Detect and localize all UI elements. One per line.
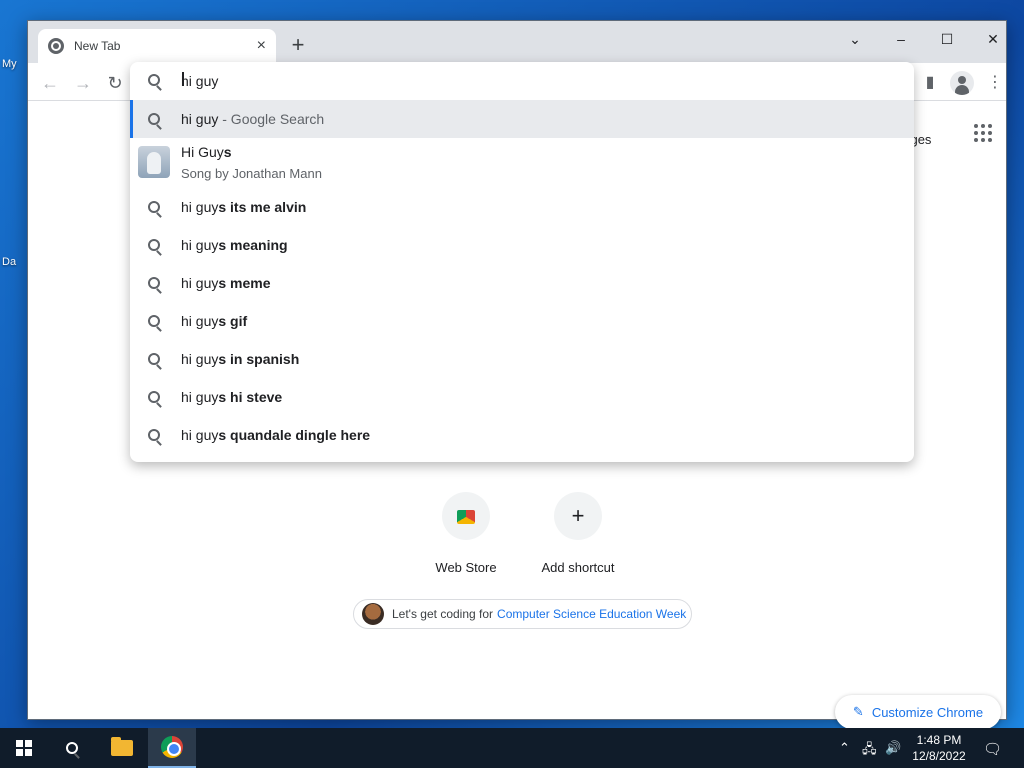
coder-emoji-icon (362, 603, 384, 625)
song-thumbnail-icon (138, 146, 170, 178)
suggestion-text: hi guys its me alvin (181, 199, 307, 215)
volume-icon[interactable]: 🔊 (885, 740, 901, 756)
customize-label: Customize Chrome (871, 704, 984, 720)
shortcut-label: Web Store (435, 560, 497, 575)
web-store-icon (442, 492, 490, 540)
shortcut-web-store[interactable]: Web Store (410, 492, 522, 575)
suggestion-item[interactable]: hi guys quandale dingle here (130, 416, 914, 454)
suggestion-item[interactable]: hi guys hi steve (130, 378, 914, 416)
omnibox-value: hi guy (181, 73, 219, 89)
search-icon (148, 113, 160, 125)
folder-icon (111, 737, 133, 756)
search-icon (148, 74, 160, 86)
entity-title: Hi Guys (181, 144, 232, 160)
suggestion-text: hi guys in spanish (181, 351, 300, 367)
windows-logo-icon (16, 740, 32, 756)
suggestion-item[interactable]: hi guys meaning (130, 226, 914, 264)
clock-date: 12/8/2022 (912, 749, 966, 763)
promo-text: Let's get coding for (392, 607, 494, 621)
suggestion-text: hi guys meaning (181, 237, 288, 253)
network-icon[interactable]: 🖧 (862, 740, 877, 762)
entity-subtitle: Song by Jonathan Mann (181, 166, 322, 181)
search-button[interactable] (48, 728, 96, 768)
search-icon (66, 742, 78, 754)
suggestion-item[interactable]: hi guys meme (130, 264, 914, 302)
search-icon (148, 277, 160, 289)
notifications-icon[interactable]: 🗨 (983, 740, 1002, 758)
tab-close-icon[interactable]: × (257, 37, 266, 55)
shortcut-label: Add shortcut (541, 560, 615, 575)
search-icon (148, 201, 160, 213)
tab-search-button[interactable]: ⌄ (835, 25, 875, 53)
suggestion-item[interactable]: hi guys gif (130, 302, 914, 340)
search-icon (148, 429, 160, 441)
suggestion-text: hi guys hi steve (181, 389, 283, 405)
suggestion-item[interactable]: hi guys its me alvin (130, 188, 914, 226)
file-explorer-button[interactable] (98, 728, 146, 768)
forward-button[interactable]: → (71, 71, 95, 95)
tab-strip: New Tab × + ⌄ – ☐ ✕ (28, 21, 1006, 63)
desktop-icon-label[interactable]: My (2, 58, 17, 70)
menu-icon[interactable]: ⋮ (983, 71, 1007, 95)
suggestion-text: hi guys quandale dingle here (181, 427, 371, 443)
tab-new-tab[interactable]: New Tab × (38, 29, 276, 63)
suggestion-item[interactable]: hi guys in spanish (130, 340, 914, 378)
side-panel-icon[interactable]: ▮ (918, 71, 942, 95)
tray-chevron-icon[interactable]: ⌃ (839, 740, 850, 756)
search-icon (148, 391, 160, 403)
close-window-button[interactable]: ✕ (973, 25, 1013, 53)
search-icon (148, 353, 160, 365)
promo-banner[interactable]: Let's get coding for Computer Science Ed… (353, 599, 692, 629)
start-button[interactable] (0, 728, 48, 768)
add-icon: + (554, 492, 602, 540)
desktop-icon-label[interactable]: Da (2, 256, 16, 268)
minimize-button[interactable]: – (881, 25, 921, 53)
suggestion-text: hi guy - Google Search (181, 111, 325, 127)
new-tab-button[interactable]: + (286, 34, 310, 58)
apps-grid-icon[interactable] (974, 124, 992, 142)
back-button[interactable]: ← (38, 71, 62, 95)
search-icon (148, 315, 160, 327)
maximize-button[interactable]: ☐ (927, 25, 967, 53)
chrome-taskbar-button[interactable] (148, 728, 196, 768)
taskbar: ⌃ 🖧 🔊 1:48 PM 12/8/2022 🗨 (0, 728, 1024, 768)
clock[interactable]: 1:48 PM 12/8/2022 (906, 732, 972, 764)
pencil-icon: ✎ (852, 704, 864, 719)
profile-avatar[interactable] (950, 71, 974, 95)
chrome-icon (161, 736, 183, 758)
reload-button[interactable]: ↻ (103, 71, 127, 95)
omnibox-dropdown: hi guy hi guy - Google Search Hi Guys So… (130, 62, 914, 462)
clock-time: 1:48 PM (916, 733, 962, 747)
suggestion-google-search[interactable]: hi guy - Google Search (130, 100, 914, 138)
promo-link[interactable]: Computer Science Education Week (497, 607, 686, 621)
omnibox-input[interactable]: hi guy (130, 62, 914, 100)
search-icon (148, 239, 160, 251)
shortcut-add[interactable]: + Add shortcut (522, 492, 634, 575)
suggestion-text: hi guys gif (181, 313, 248, 329)
chrome-favicon-icon (48, 38, 64, 54)
suggestion-text: hi guys meme (181, 275, 271, 291)
text-cursor-icon (182, 72, 184, 86)
suggestion-entity[interactable]: Hi Guys Song by Jonathan Mann (130, 138, 914, 186)
tab-title: New Tab (74, 39, 121, 53)
customize-chrome-button[interactable]: ✎ Customize Chrome (835, 695, 1001, 729)
